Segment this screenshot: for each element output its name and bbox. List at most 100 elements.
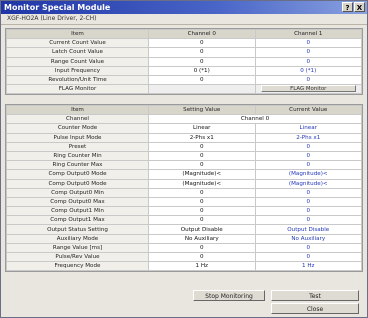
stop-monitoring-button[interactable]: Stop Monitoring (193, 290, 265, 301)
flag-monitor-row: FLAG Monitor FLAG Monitor (6, 84, 362, 95)
current-value: 1 Hz (254, 261, 362, 272)
current-value: 0 (254, 215, 362, 226)
setting-label: Pulse/Rev Value (6, 251, 149, 263)
current-value: 0 (254, 251, 362, 263)
setting-value: 0 (148, 242, 256, 254)
table-row: Counter Mode Linear Linear (6, 123, 362, 134)
setting-label: Comp Output0 Max (6, 196, 149, 208)
setting-label: Comp Output1 Max (6, 215, 149, 226)
setting-label: Ring Counter Max (6, 160, 149, 171)
flag-monitor-ch0 (148, 84, 256, 95)
column-header: Current Value (254, 104, 362, 116)
channel-value: Channel 0 (148, 114, 362, 125)
channel1-value: 0 (254, 38, 362, 49)
table-row: Comp Output0 Mode (Magnitude)< (Magnitude)… (6, 178, 362, 189)
setting-label: Output Status Setting (6, 224, 149, 235)
setting-value: 0 (148, 196, 256, 208)
flag-monitor-button[interactable]: FLAG Monitor (260, 85, 356, 93)
channel-row: Channel Channel 0 (6, 114, 362, 125)
setting-value: No Auxiliary (148, 233, 256, 244)
counter-monitor-table: Item Channel 0 Channel 1 Current Count Val… (6, 28, 362, 95)
table-row: Comp Output0 Max 0 0 (6, 196, 362, 208)
setting-value: (Magnitude)< (148, 169, 256, 180)
settings-table: Item Setting Value Current Value Channel Ch… (6, 104, 362, 272)
table-row: Latch Count Value 0 0 (6, 47, 362, 58)
table-row: Pulse/Rev Value 0 0 (6, 251, 362, 263)
setting-label: Frequency Mode (6, 261, 149, 272)
table-row: Preset 0 0 (6, 141, 362, 152)
setting-value: 0 (148, 141, 256, 152)
table-row: Auxiliary Mode No Auxiliary No Auxiliary (6, 233, 362, 244)
test-button[interactable]: Test (271, 290, 359, 301)
row-label: Range Count Value (6, 56, 149, 67)
setting-value: 0 (148, 215, 256, 226)
setting-value: Linear (148, 123, 256, 134)
table-row: Ring Counter Min 0 0 (6, 150, 362, 162)
table-row: Revolution/Unit Time 0 0 (6, 74, 362, 86)
current-value: 0 (254, 160, 362, 171)
help-button[interactable]: ? (342, 2, 353, 12)
setting-value: (Magnitude)< (148, 178, 256, 189)
table-row: Comp Output1 Min 0 0 (6, 206, 362, 217)
channel0-value: 0 (148, 56, 256, 67)
current-value: 0 (254, 196, 362, 208)
settings-panel: Item Setting Value Current Value Channel Ch… (5, 104, 363, 273)
current-value: 0 (254, 150, 362, 162)
setting-value: 2-Phs x1 (148, 132, 256, 143)
channel0-value: 0 (*1) (148, 65, 256, 76)
row-label: Revolution/Unit Time (6, 74, 149, 86)
flag-monitor-label: FLAG Monitor (6, 84, 149, 95)
channel1-value: 0 (*1) (254, 65, 362, 76)
setting-label: Comp Output0 Mode (6, 178, 149, 189)
column-header: Item (6, 104, 149, 116)
close-icon[interactable]: X (354, 2, 365, 12)
table-row: Ring Counter Max 0 0 (6, 160, 362, 171)
setting-value: Output Disable (148, 224, 256, 235)
channel0-value: 0 (148, 74, 256, 86)
current-value: 0 (254, 206, 362, 217)
channel1-value: 0 (254, 47, 362, 58)
setting-label: Counter Mode (6, 123, 149, 134)
table-row: Range Count Value 0 0 (6, 56, 362, 67)
table-row: Current Count Value 0 0 (6, 38, 362, 49)
row-label: Input Frequency (6, 65, 149, 76)
channel-label: Channel (6, 114, 149, 125)
setting-label: Range Value [ms] (6, 242, 149, 254)
module-name: XGF-HO2A (Line Driver, 2-CH) (1, 14, 367, 25)
table-row: Range Value [ms] 0 0 (6, 242, 362, 254)
setting-label: Ring Counter Min (6, 150, 149, 162)
setting-value: 0 (148, 206, 256, 217)
current-value: Linear (254, 123, 362, 134)
current-value: (Magnitude)< (254, 169, 362, 180)
flag-monitor-ch1: FLAG Monitor (254, 84, 362, 95)
table-row: Comp Output1 Max 0 0 (6, 215, 362, 226)
channel1-value: 0 (254, 74, 362, 86)
channel1-value: 0 (254, 56, 362, 67)
table-row: Comp Output0 Min 0 0 (6, 187, 362, 198)
setting-label: Preset (6, 141, 149, 152)
current-value: 0 (254, 141, 362, 152)
current-value: 2-Phs x1 (254, 132, 362, 143)
monitor-special-module-window: Monitor Special Module ? X XGF-HO2A (Lin… (0, 0, 368, 318)
column-header: Item (6, 28, 149, 40)
table-row: Output Status Setting Output Disable Outpu… (6, 224, 362, 235)
table-row: Comp Output0 Mode (Magnitude)< (Magnitude)… (6, 169, 362, 180)
table-row: Frequency Mode 1 Hz 1 Hz (6, 261, 362, 272)
setting-value: 0 (148, 160, 256, 171)
column-header: Setting Value (148, 104, 256, 116)
setting-label: Comp Output1 Min (6, 206, 149, 217)
close-button[interactable]: Close (271, 303, 359, 314)
current-value: No Auxiliary (254, 233, 362, 244)
title-bar: Monitor Special Module ? X (1, 1, 367, 14)
setting-value: 0 (148, 251, 256, 263)
channel0-value: 0 (148, 47, 256, 58)
setting-label: Comp Output0 Mode (6, 169, 149, 180)
current-value: 0 (254, 242, 362, 254)
setting-value: 0 (148, 150, 256, 162)
row-label: Latch Count Value (6, 47, 149, 58)
row-label: Current Count Value (6, 38, 149, 49)
current-value: 0 (254, 187, 362, 198)
table-row: Input Frequency 0 (*1) 0 (*1) (6, 65, 362, 76)
current-value: Output Disable (254, 224, 362, 235)
column-header: Channel 1 (254, 28, 362, 40)
